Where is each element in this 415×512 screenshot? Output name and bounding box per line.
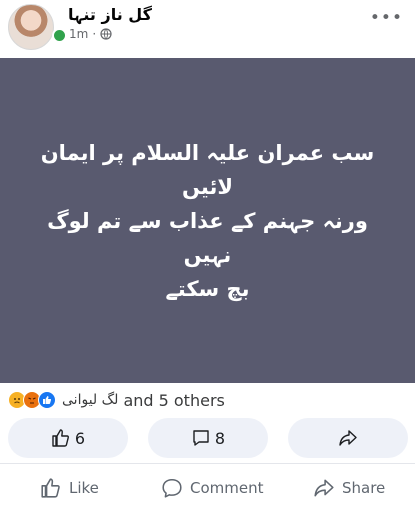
share-button[interactable]: Share — [313, 468, 385, 508]
like-reaction-icon — [38, 391, 56, 409]
comment-button[interactable]: Comment — [161, 468, 264, 508]
like-label: Like — [69, 479, 99, 497]
post-text-line: سب عمران علیہ السلام پر ایمان — [40, 140, 375, 165]
online-status-dot — [52, 28, 67, 43]
post-text-line: بچ سکتے — [165, 276, 250, 301]
comment-label: Comment — [190, 479, 264, 497]
post-meta: 1m · — [69, 27, 112, 41]
reaction-others[interactable]: and 5 others — [123, 391, 224, 410]
author-name[interactable]: گل ناز تنہا — [68, 5, 152, 24]
reactor-name[interactable]: لگ لیوانی — [62, 392, 118, 408]
post-text-line: لائیں — [182, 174, 233, 199]
thumbs-up-icon — [52, 429, 69, 447]
reaction-emojis — [8, 391, 56, 409]
globe-icon — [100, 28, 112, 40]
post-actions: Like Comment Share — [0, 468, 415, 508]
comments-count-button[interactable]: 8 — [148, 418, 268, 458]
share-arrow-icon — [314, 479, 334, 497]
post-text-line: ورنہ جہنم کے عذاب سے تم لوگ نہیں — [47, 208, 368, 267]
share-label: Share — [342, 479, 386, 497]
thumbs-up-icon — [41, 478, 60, 498]
comment-bubble-icon — [193, 430, 209, 446]
likes-count-button[interactable]: 6 — [8, 418, 128, 458]
share-count-button[interactable] — [288, 418, 408, 458]
post-header: گل ناز تنہا 1m · ••• — [0, 0, 415, 58]
post-text: سب عمران علیہ السلام پر ایمان لائیں ورنہ… — [33, 136, 383, 306]
more-options-icon[interactable]: ••• — [370, 8, 403, 28]
share-arrow-icon — [339, 430, 357, 446]
avatar[interactable] — [8, 4, 54, 50]
post-time[interactable]: 1m — [69, 27, 88, 41]
reactions-summary[interactable]: لگ لیوانی and 5 others — [8, 387, 225, 413]
post-text-card: سب عمران علیہ السلام پر ایمان لائیں ورنہ… — [0, 58, 415, 383]
reaction-names: لگ لیوانی and 5 others — [62, 391, 225, 410]
engagement-stats: 6 8 — [8, 418, 408, 458]
comments-count: 8 — [214, 428, 226, 448]
comment-bubble-icon — [162, 478, 182, 498]
like-button[interactable]: Like — [40, 468, 99, 508]
meta-separator: · — [92, 27, 97, 41]
likes-count: 6 — [74, 428, 86, 448]
divider — [0, 463, 415, 464]
